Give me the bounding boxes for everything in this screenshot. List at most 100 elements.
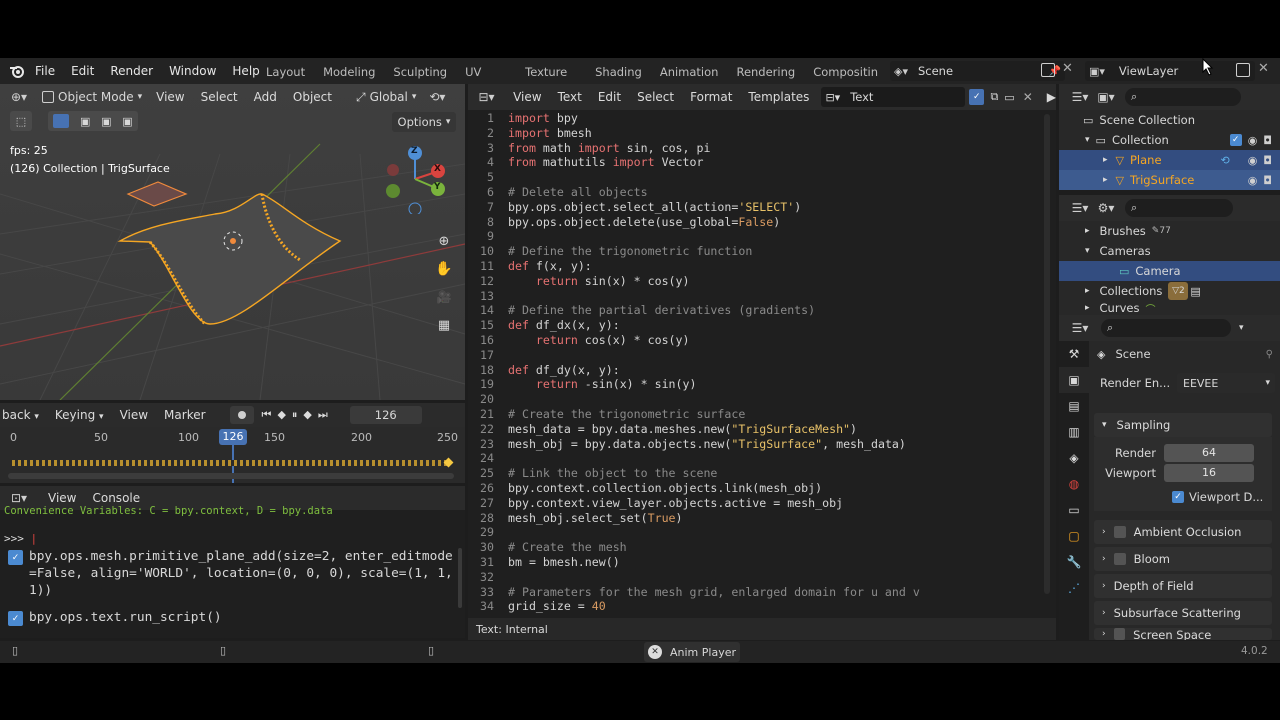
anim-player-task[interactable]: ✕ Anim Player bbox=[644, 642, 740, 662]
code-line[interactable]: # Create the trigonometric surface bbox=[508, 407, 1044, 422]
close-text-icon[interactable]: ✕ bbox=[1023, 90, 1033, 104]
chevron-down-icon[interactable]: ▾ bbox=[1239, 323, 1244, 333]
text-menu-text[interactable]: Text bbox=[550, 90, 590, 104]
text-editor-icon[interactable]: ⊟▾ bbox=[476, 87, 497, 107]
code-line[interactable]: def f(x, y): bbox=[508, 259, 1044, 274]
blender-logo-icon[interactable] bbox=[9, 63, 25, 79]
view-layer-tab-icon[interactable]: ▥ bbox=[1059, 419, 1089, 445]
text-menu-format[interactable]: Format bbox=[682, 90, 740, 104]
section-sampling[interactable]: ▾ Sampling bbox=[1094, 413, 1272, 437]
code-line[interactable] bbox=[508, 229, 1044, 244]
render-samples-field[interactable]: 64 bbox=[1164, 444, 1254, 462]
code-line[interactable]: from mathutils import Vector bbox=[508, 155, 1044, 170]
transform-orientation[interactable]: ⤢ Global ▾ bbox=[350, 88, 422, 107]
code-line[interactable]: # Define the partial derivatives (gradie… bbox=[508, 303, 1044, 318]
cancel-icon[interactable]: ✕ bbox=[648, 645, 662, 659]
delete-view-layer-icon[interactable]: ✕ bbox=[1258, 61, 1269, 76]
browser-search-input[interactable]: ⌕ bbox=[1125, 199, 1233, 217]
expand-arrow-icon[interactable]: ▸ bbox=[1103, 155, 1108, 165]
section-depth-of-field[interactable]: › Depth of Field bbox=[1094, 574, 1272, 598]
run-script-icon[interactable]: ▶ bbox=[1047, 90, 1056, 104]
expand-arrow-icon[interactable]: ▸ bbox=[1103, 175, 1108, 185]
new-scene-icon[interactable] bbox=[1041, 63, 1055, 77]
collection-tab-icon[interactable]: ▭ bbox=[1059, 497, 1089, 523]
code-line[interactable] bbox=[508, 451, 1044, 466]
pin-icon[interactable]: ⚲ bbox=[1266, 349, 1273, 360]
viewport-menu-add[interactable]: Add bbox=[246, 90, 285, 104]
pivot-icon[interactable]: ⟲▾ bbox=[426, 87, 448, 107]
current-frame-field[interactable]: 126 bbox=[349, 406, 422, 424]
grid-toggle-icon[interactable]: ▦ bbox=[432, 313, 456, 337]
ambient-occlusion-checkbox[interactable] bbox=[1113, 526, 1126, 538]
particles-tab-icon[interactable]: ⋰ bbox=[1059, 575, 1089, 601]
output-tab-icon[interactable]: ▤ bbox=[1059, 393, 1089, 419]
text-datablock-selector[interactable]: ⊟▾ Text bbox=[821, 87, 966, 107]
pause-icon[interactable]: ⏸ bbox=[292, 408, 298, 422]
world-tab-icon[interactable]: ◍ bbox=[1059, 471, 1089, 497]
code-line[interactable]: bpy.ops.object.delete(use_global=False) bbox=[508, 215, 1044, 230]
jump-end-icon[interactable]: ⏭ bbox=[318, 408, 328, 422]
viewport-denoise-row[interactable]: ✓ Viewport D... bbox=[1172, 490, 1263, 504]
render-tab-icon[interactable]: ▣ bbox=[1059, 367, 1089, 393]
browser-item-brushes[interactable]: ▸ Brushes ✎77 bbox=[1059, 221, 1280, 241]
code-line[interactable]: # Define the trigonometric function bbox=[508, 244, 1044, 259]
keying-menu[interactable]: Keying ▾ bbox=[47, 408, 112, 422]
menu-render[interactable]: Render bbox=[102, 64, 161, 78]
viewport-menu-select[interactable]: Select bbox=[193, 90, 246, 104]
text-menu-templates[interactable]: Templates bbox=[740, 90, 817, 104]
modifier-tab-icon[interactable]: 🔧 bbox=[1059, 549, 1089, 575]
outliner-search-input[interactable]: ⌕ bbox=[1125, 88, 1241, 106]
timeline-menu-marker[interactable]: Marker bbox=[156, 408, 213, 422]
code-line[interactable]: # Parameters for the mesh grid, enlarged… bbox=[508, 585, 1044, 600]
browser-item-curves[interactable]: ▸ Curves ⌒ bbox=[1059, 301, 1280, 315]
ssr-checkbox[interactable] bbox=[1113, 628, 1126, 640]
code-line[interactable]: bpy.context.collection.objects.link(mesh… bbox=[508, 481, 1044, 496]
select-box-icon[interactable]: ⬚ bbox=[10, 111, 32, 131]
properties-search-input[interactable]: ⌕ bbox=[1101, 319, 1231, 337]
console-menu-console[interactable]: Console bbox=[84, 491, 148, 505]
playhead-label[interactable]: 126 bbox=[219, 429, 247, 445]
new-text-icon[interactable]: ⧉ bbox=[990, 90, 998, 104]
select-extend-icon[interactable]: ▣ bbox=[80, 115, 90, 128]
blend-file-icon[interactable]: ⚙▾ bbox=[1095, 198, 1117, 218]
code-line[interactable]: bpy.ops.object.select_all(action='SELECT… bbox=[508, 200, 1044, 215]
scene-selector[interactable]: ◈▾ Scene 📌 bbox=[890, 61, 1065, 81]
code-line[interactable] bbox=[508, 170, 1044, 185]
text-menu-edit[interactable]: Edit bbox=[590, 90, 629, 104]
timeline-menu-view[interactable]: View bbox=[112, 408, 156, 422]
zoom-icon[interactable]: ⊕ bbox=[432, 229, 456, 253]
tab-shading[interactable]: Shading bbox=[586, 58, 651, 84]
eye-icon[interactable]: ◉ bbox=[1248, 154, 1258, 167]
menu-window[interactable]: Window bbox=[161, 64, 224, 78]
tab-texture-paint[interactable]: Texture Paint bbox=[516, 58, 586, 84]
browser-item-camera[interactable]: ▭ Camera bbox=[1059, 261, 1280, 281]
code-line[interactable]: bm = bmesh.new() bbox=[508, 555, 1044, 570]
code-line[interactable]: mesh_data = bpy.data.meshes.new("TrigSur… bbox=[508, 422, 1044, 437]
section-bloom[interactable]: › Bloom bbox=[1094, 547, 1272, 571]
console-prompt[interactable]: >>> | bbox=[4, 532, 37, 547]
select-invert-icon[interactable]: ▣ bbox=[122, 115, 132, 128]
code-line[interactable]: grid_size = 40 bbox=[508, 599, 1044, 614]
view-layer-selector[interactable]: ▣▾ ViewLayer bbox=[1085, 61, 1255, 81]
section-subsurface-scattering[interactable]: › Subsurface Scattering bbox=[1094, 601, 1272, 625]
browser-item-collections[interactable]: ▸ Collections ▽ 2 ▤ bbox=[1059, 281, 1280, 301]
browser-editor-icon[interactable]: ☰▾ bbox=[1069, 198, 1091, 218]
eye-icon[interactable]: ◉ bbox=[1248, 134, 1258, 147]
code-line[interactable]: def df_dx(x, y): bbox=[508, 318, 1044, 333]
next-keyframe-icon[interactable]: ◆ bbox=[303, 408, 311, 422]
outliner-item-plane[interactable]: ▸ ▽ Plane ⟲ ◉ ◘ bbox=[1059, 150, 1280, 170]
pan-hand-icon[interactable]: ✋ bbox=[432, 257, 456, 281]
collapse-arrow-icon[interactable]: ▾ bbox=[1085, 246, 1090, 256]
select-subtract-icon[interactable]: ▣ bbox=[101, 115, 111, 128]
code-line[interactable]: def df_dy(x, y): bbox=[508, 363, 1044, 378]
scene-tab-icon[interactable]: ◈ bbox=[1059, 445, 1089, 471]
playback-menu[interactable]: back ▾ bbox=[0, 408, 47, 422]
expand-arrow-icon[interactable]: ▸ bbox=[1085, 226, 1090, 236]
tab-layout[interactable]: Layout bbox=[257, 58, 314, 84]
browser-item-cameras[interactable]: ▾ Cameras bbox=[1059, 241, 1280, 261]
section-screen-space-reflections[interactable]: › Screen Space Reflections bbox=[1094, 628, 1272, 640]
code-line[interactable]: return sin(x) * cos(y) bbox=[508, 274, 1044, 289]
delete-scene-icon[interactable]: ✕ bbox=[1062, 61, 1073, 76]
camera-render-icon[interactable]: ◘ bbox=[1263, 134, 1272, 147]
code-line[interactable]: return -sin(x) * sin(y) bbox=[508, 377, 1044, 392]
